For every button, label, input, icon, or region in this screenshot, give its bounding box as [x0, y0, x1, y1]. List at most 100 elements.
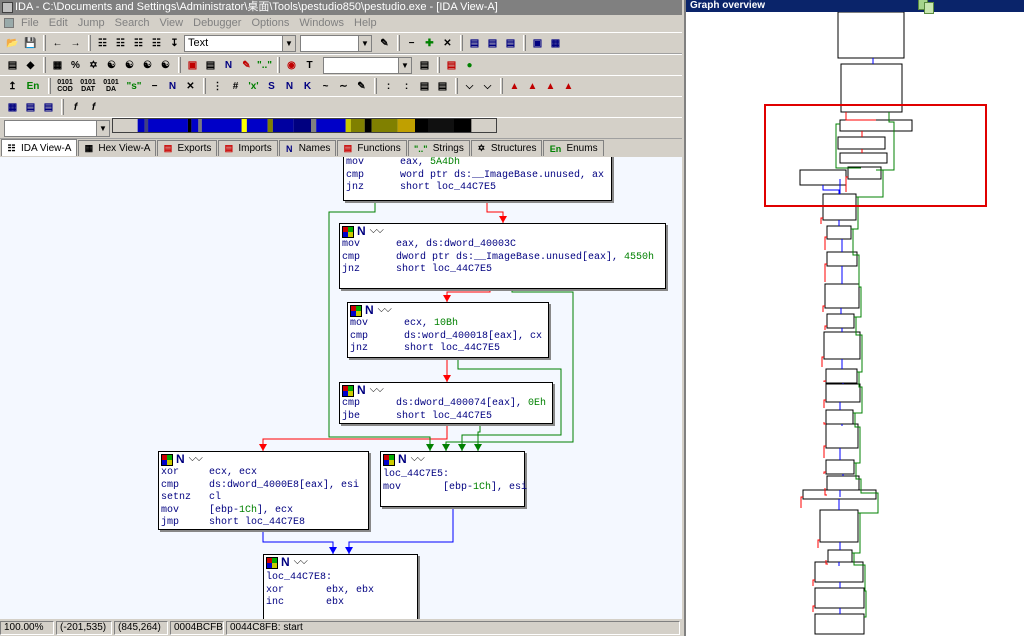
asm-line[interactable]: jbe short loc_44C7E5 — [340, 411, 552, 424]
color-block-icon[interactable] — [342, 384, 354, 397]
asm-line[interactable]: mov ecx, 10Bh — [348, 318, 548, 331]
xref-icon[interactable]: ⌵⌵ — [370, 225, 384, 238]
edge-n4-n6[interactable] — [262, 530, 334, 554]
back-icon[interactable]: ← — [49, 35, 66, 52]
asm-line[interactable]: jnz short loc_44C7E5 — [340, 264, 665, 277]
run-icon[interactable]: ● — [461, 57, 478, 74]
list-icon[interactable]: ▤ — [416, 57, 433, 74]
xref-icon[interactable]: ⌵⌵ — [411, 453, 425, 466]
code-label[interactable]: loc_44C7E5: — [381, 467, 524, 482]
tab-structures[interactable]: ✡ Structures — [470, 140, 543, 156]
colon-icon[interactable]: : — [398, 78, 415, 95]
tab-ida-view-a[interactable]: ☷ IDA View-A — [1, 139, 78, 156]
close-icon[interactable]: ✕ — [439, 35, 456, 52]
forward-icon[interactable]: → — [67, 35, 84, 52]
dots-icon[interactable]: ⋮ — [209, 78, 226, 95]
asm-line[interactable]: jnz short loc_44C7E5 — [348, 343, 548, 356]
name-icon[interactable]: N — [176, 453, 185, 466]
asm-line[interactable]: jmp short loc_44C7E8 — [159, 517, 368, 530]
close-icon[interactable]: ✕ — [182, 78, 199, 95]
zoom-out-icon[interactable]: − — [403, 35, 420, 52]
name-icon[interactable]: N — [357, 384, 366, 397]
menu-search[interactable]: Search — [110, 15, 155, 31]
tab-enums[interactable]: En Enums — [543, 140, 604, 156]
search-text-icon[interactable]: ☷ — [112, 35, 129, 52]
name-icon[interactable]: N — [398, 453, 407, 466]
tab-strings[interactable]: ".." Strings — [407, 140, 470, 156]
function-f-icon[interactable]: f — [67, 99, 84, 116]
bitwise-icon[interactable]: ∼ — [335, 78, 352, 95]
xref-icon[interactable]: ⌵⌵ — [370, 384, 384, 397]
asm-line[interactable]: cmp dword ptr ds:__ImageBase.unused[eax],… — [340, 252, 665, 265]
graph-overview-canvas[interactable] — [686, 12, 1024, 636]
char-icon[interactable]: 'x' — [245, 78, 262, 95]
color-block-icon[interactable] — [342, 225, 354, 238]
window-layout-icon[interactable]: ▤ — [502, 35, 519, 52]
export-icon[interactable]: ▤ — [40, 99, 57, 116]
import-icon[interactable]: ▤ — [22, 99, 39, 116]
code-block[interactable]: N ⌵⌵ mov ecx, 10Bh cmp ds:word_400018[eax], c… — [347, 302, 549, 358]
graph-view[interactable]: mov eax, 5A4Dh cmp word ptr ds:__ImageBase.… — [0, 157, 682, 619]
xref-icon[interactable]: ⌵⌵ — [189, 453, 203, 466]
xref-tree-icon[interactable]: ▲ — [506, 78, 523, 95]
pen-icon[interactable]: ✎ — [376, 35, 393, 52]
edge-false-n0-n1[interactable] — [486, 201, 504, 223]
code-icon[interactable]: 0101 COD — [54, 78, 76, 95]
menu-jump[interactable]: Jump — [73, 15, 110, 31]
code-block[interactable]: N ⌵⌵ xor ecx, ecx cmp ds:dword_4000E8[eax], e… — [158, 451, 369, 530]
string-icon[interactable]: "s" — [123, 78, 145, 95]
list-icon[interactable]: ▤ — [4, 57, 21, 74]
text-view-combo[interactable]: Text — [184, 34, 282, 52]
document-icon[interactable]: ▤ — [443, 57, 460, 74]
calculator-icon[interactable]: ▦ — [49, 57, 66, 74]
name-icon[interactable]: N — [281, 556, 290, 569]
code-block[interactable]: mov eax, 5A4Dh cmp word ptr ds:__ImageBase.… — [343, 157, 612, 201]
list-icon[interactable]: ▤ — [434, 78, 451, 95]
cursor-icon[interactable]: ↥ — [4, 78, 21, 95]
code-block[interactable]: N ⌵⌵ loc_44C7E8: xor ebx, ebx inc ebx — [263, 554, 418, 619]
menu-edit[interactable]: Edit — [44, 15, 73, 31]
asm-line[interactable]: mov [ebp-1Ch], ecx — [159, 505, 368, 518]
tree-icon[interactable]: ☯ — [139, 57, 156, 74]
search-imm-icon[interactable]: ☷ — [148, 35, 165, 52]
navigation-band[interactable] — [112, 118, 497, 133]
segment-icon[interactable]: S — [263, 78, 280, 95]
minus-icon[interactable]: − — [146, 78, 163, 95]
grid-icon[interactable]: ▦ — [547, 35, 564, 52]
name-icon[interactable]: N — [365, 304, 374, 317]
asm-line[interactable]: cmp ds:word_400018[eax], cx — [348, 331, 548, 344]
struct-icon[interactable]: K — [299, 78, 316, 95]
name-icon[interactable]: N — [357, 225, 366, 238]
color-block-icon[interactable] — [266, 556, 278, 569]
save-icon[interactable]: 💾 — [22, 35, 39, 52]
chevron-down-icon[interactable]: ▼ — [282, 34, 296, 52]
menu-system-icon[interactable] — [4, 18, 14, 28]
tab-functions[interactable]: ▤ Functions — [337, 140, 407, 156]
asm-line[interactable]: setnz cl — [159, 492, 368, 505]
xref-icon[interactable]: ⌵⌵ — [378, 304, 392, 317]
chevron-down-icon[interactable]: ▼ — [96, 119, 110, 137]
open-icon[interactable]: 📂 — [4, 35, 21, 52]
percent-icon[interactable]: % — [67, 57, 84, 74]
enum-icon[interactable]: En — [22, 78, 44, 95]
jump-down-icon[interactable]: ↧ — [166, 35, 183, 52]
code-block[interactable]: N ⌵⌵ cmp ds:dword_400074[eax], 0Eh jbe short … — [339, 382, 553, 424]
xref-tree-icon[interactable]: ▲ — [524, 78, 541, 95]
debugger-combo[interactable] — [323, 56, 398, 74]
calculator-icon[interactable]: ▦ — [4, 99, 21, 116]
menu-view[interactable]: View — [154, 15, 188, 31]
chevron-down-icon[interactable]: ▼ — [398, 56, 412, 74]
colon-icon[interactable]: : — [380, 78, 397, 95]
tab-imports[interactable]: ▤ Imports — [218, 140, 278, 156]
asm-line[interactable]: jnz short loc_44C7E5 — [344, 182, 611, 195]
xref-tree-icon[interactable]: ▲ — [560, 78, 577, 95]
asm-line[interactable]: cmp ds:dword_4000E8[eax], esi — [159, 480, 368, 493]
asm-line[interactable]: cmp word ptr ds:__ImageBase.unused, ax — [344, 170, 611, 183]
comment-icon[interactable]: ✎ — [238, 57, 255, 74]
code-label[interactable]: loc_44C7E8: — [264, 570, 417, 585]
asm-line[interactable]: mov eax, ds:dword_40003C — [340, 239, 665, 252]
function-f-icon[interactable]: f — [85, 99, 102, 116]
asm-line[interactable]: xor ecx, ecx — [159, 467, 368, 480]
window-layout-icon[interactable]: ▤ — [466, 35, 483, 52]
diamond-icon[interactable]: ◆ — [22, 57, 39, 74]
